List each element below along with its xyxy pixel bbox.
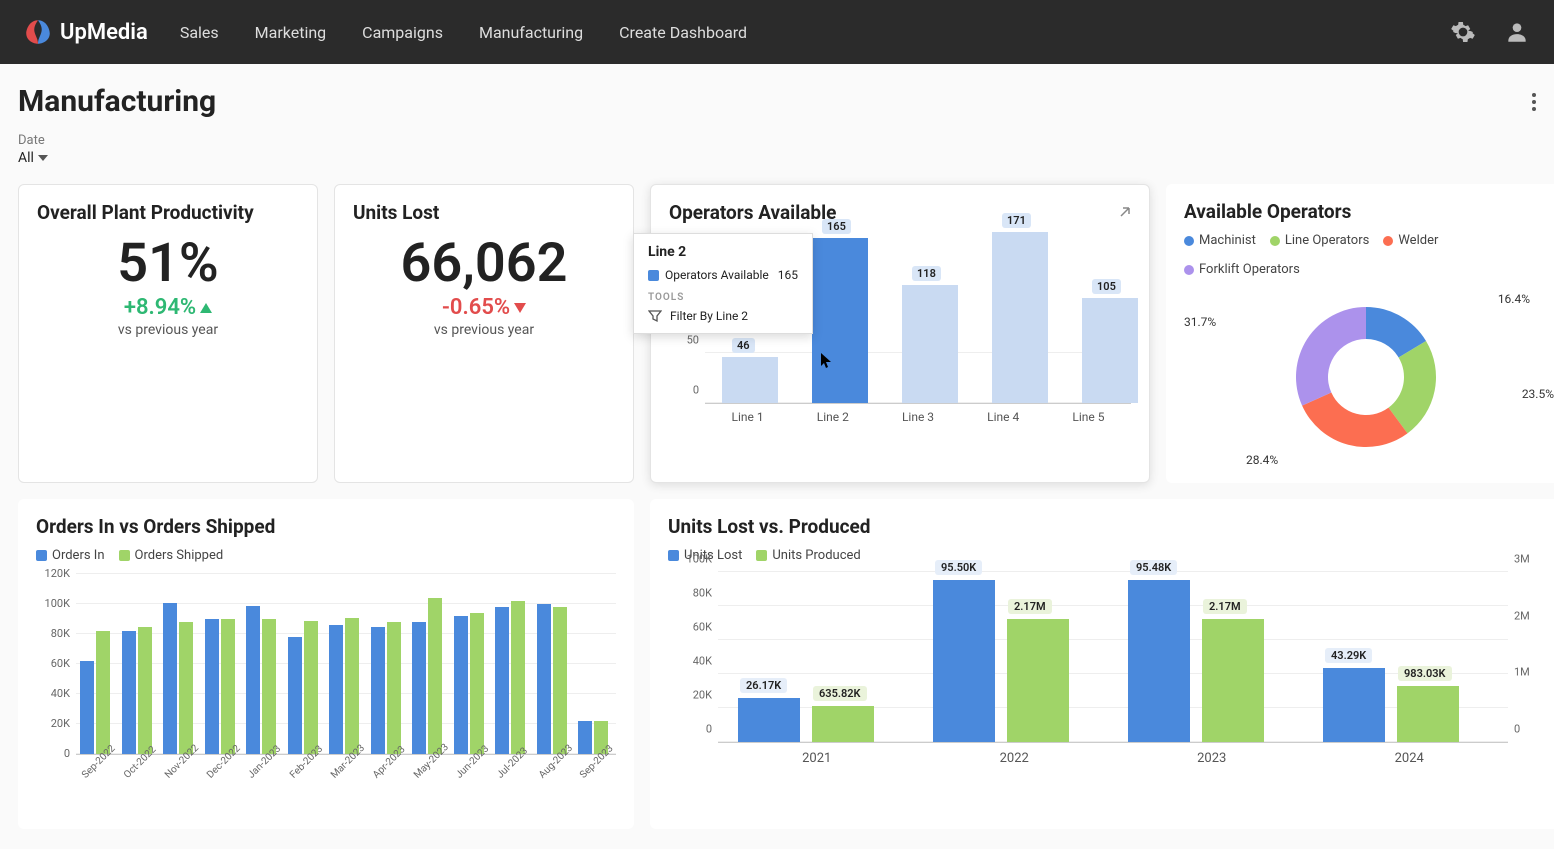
orders-bar[interactable] — [371, 627, 385, 755]
orders-bar[interactable] — [495, 607, 509, 754]
orders-bar[interactable] — [246, 606, 260, 755]
orders-bar[interactable] — [205, 619, 219, 754]
nav-campaigns[interactable]: Campaigns — [362, 23, 443, 42]
nav-marketing[interactable]: Marketing — [255, 23, 326, 42]
ulp-bar-produced[interactable] — [1202, 619, 1264, 742]
chart-tooltip: Line 2 Operators Available 165 TOOLS Fil… — [633, 233, 813, 334]
date-filter[interactable]: All — [18, 150, 1536, 166]
orders-bar[interactable] — [163, 603, 177, 755]
ulp-bar-lost[interactable] — [738, 698, 800, 742]
more-icon[interactable] — [1532, 93, 1536, 111]
card-productivity: Overall Plant Productivity 51% +8.94% vs… — [18, 184, 318, 483]
brand-name: UpMedia — [60, 20, 148, 45]
app-logo[interactable]: UpMedia — [24, 18, 148, 46]
filter-label: Date — [18, 133, 1536, 148]
user-icon[interactable] — [1504, 19, 1530, 45]
orders-bar[interactable] — [329, 625, 343, 754]
ulp-bar-produced[interactable] — [1397, 686, 1459, 742]
orders-bar[interactable] — [138, 627, 152, 755]
logo-icon — [24, 18, 52, 46]
ops-bar[interactable] — [992, 232, 1048, 403]
ulp-bar-lost[interactable] — [1128, 580, 1190, 742]
kpi-productivity-delta: +8.94% — [124, 295, 212, 320]
orders-bar[interactable] — [428, 598, 442, 754]
ops-bar[interactable] — [902, 285, 958, 403]
orders-bar[interactable] — [345, 618, 359, 755]
settings-icon[interactable] — [1450, 19, 1476, 45]
card-orders: Orders In vs Orders Shipped Orders In Or… — [18, 499, 634, 829]
kpi-units-lost-delta: -0.65% — [442, 295, 526, 320]
orders-bar[interactable] — [179, 622, 193, 754]
kpi-productivity-value: 51% — [37, 232, 299, 295]
kpi-units-lost-value: 66,062 — [353, 232, 615, 295]
orders-bar[interactable] — [511, 601, 525, 754]
orders-bar[interactable] — [578, 721, 592, 754]
orders-bar[interactable] — [262, 619, 276, 754]
triangle-up-icon — [200, 303, 212, 313]
ulp-bar-produced[interactable] — [812, 706, 874, 742]
nav-manufacturing[interactable]: Manufacturing — [479, 23, 583, 42]
available-operators-donut[interactable]: 16.4% 23.5% 28.4% 31.7% — [1184, 287, 1548, 467]
nav-create-dashboard[interactable]: Create Dashboard — [619, 23, 747, 42]
orders-bar[interactable] — [412, 622, 426, 754]
expand-icon[interactable] — [1117, 206, 1131, 220]
card-operators-available[interactable]: Operators Available 05046165118171105 Li… — [650, 184, 1150, 483]
tooltip-filter-button[interactable]: Filter By Line 2 — [648, 309, 798, 323]
card-units-lost-produced: Units Lost vs. Produced Units Lost Units… — [650, 499, 1554, 829]
orders-bar[interactable] — [304, 621, 318, 755]
orders-bar[interactable] — [553, 607, 567, 754]
main-nav: Sales Marketing Campaigns Manufacturing … — [180, 23, 1450, 42]
units-lost-produced-chart[interactable]: 020K40K60K80K100K01M2M3M26.17K635.82K95.… — [718, 573, 1508, 743]
ulp-bar-produced[interactable] — [1007, 619, 1069, 742]
orders-bar[interactable] — [288, 637, 302, 754]
ulp-bar-lost[interactable] — [933, 580, 995, 742]
card-available-operators: Available Operators MachinistLine Operat… — [1166, 184, 1554, 483]
orders-bar[interactable] — [221, 619, 235, 754]
ops-bar[interactable] — [722, 357, 778, 403]
orders-bar[interactable] — [454, 616, 468, 754]
filter-icon — [648, 309, 662, 323]
orders-bar[interactable] — [122, 631, 136, 754]
ops-bar[interactable] — [1082, 298, 1138, 403]
orders-bar[interactable] — [80, 661, 94, 754]
ulp-bar-lost[interactable] — [1323, 668, 1385, 742]
orders-bar[interactable] — [96, 631, 110, 754]
orders-chart[interactable]: 020K40K60K80K100K120K Sep-2022Oct-2022No… — [36, 575, 616, 813]
nav-sales[interactable]: Sales — [180, 23, 219, 42]
orders-bar[interactable] — [387, 622, 401, 754]
triangle-down-icon — [514, 303, 526, 313]
chevron-down-icon — [38, 155, 48, 161]
ops-bar[interactable] — [812, 238, 868, 403]
page-title: Manufacturing — [18, 84, 216, 119]
orders-bar[interactable] — [537, 604, 551, 754]
card-units-lost: Units Lost 66,062 -0.65% vs previous yea… — [334, 184, 634, 483]
orders-bar[interactable] — [470, 613, 484, 754]
